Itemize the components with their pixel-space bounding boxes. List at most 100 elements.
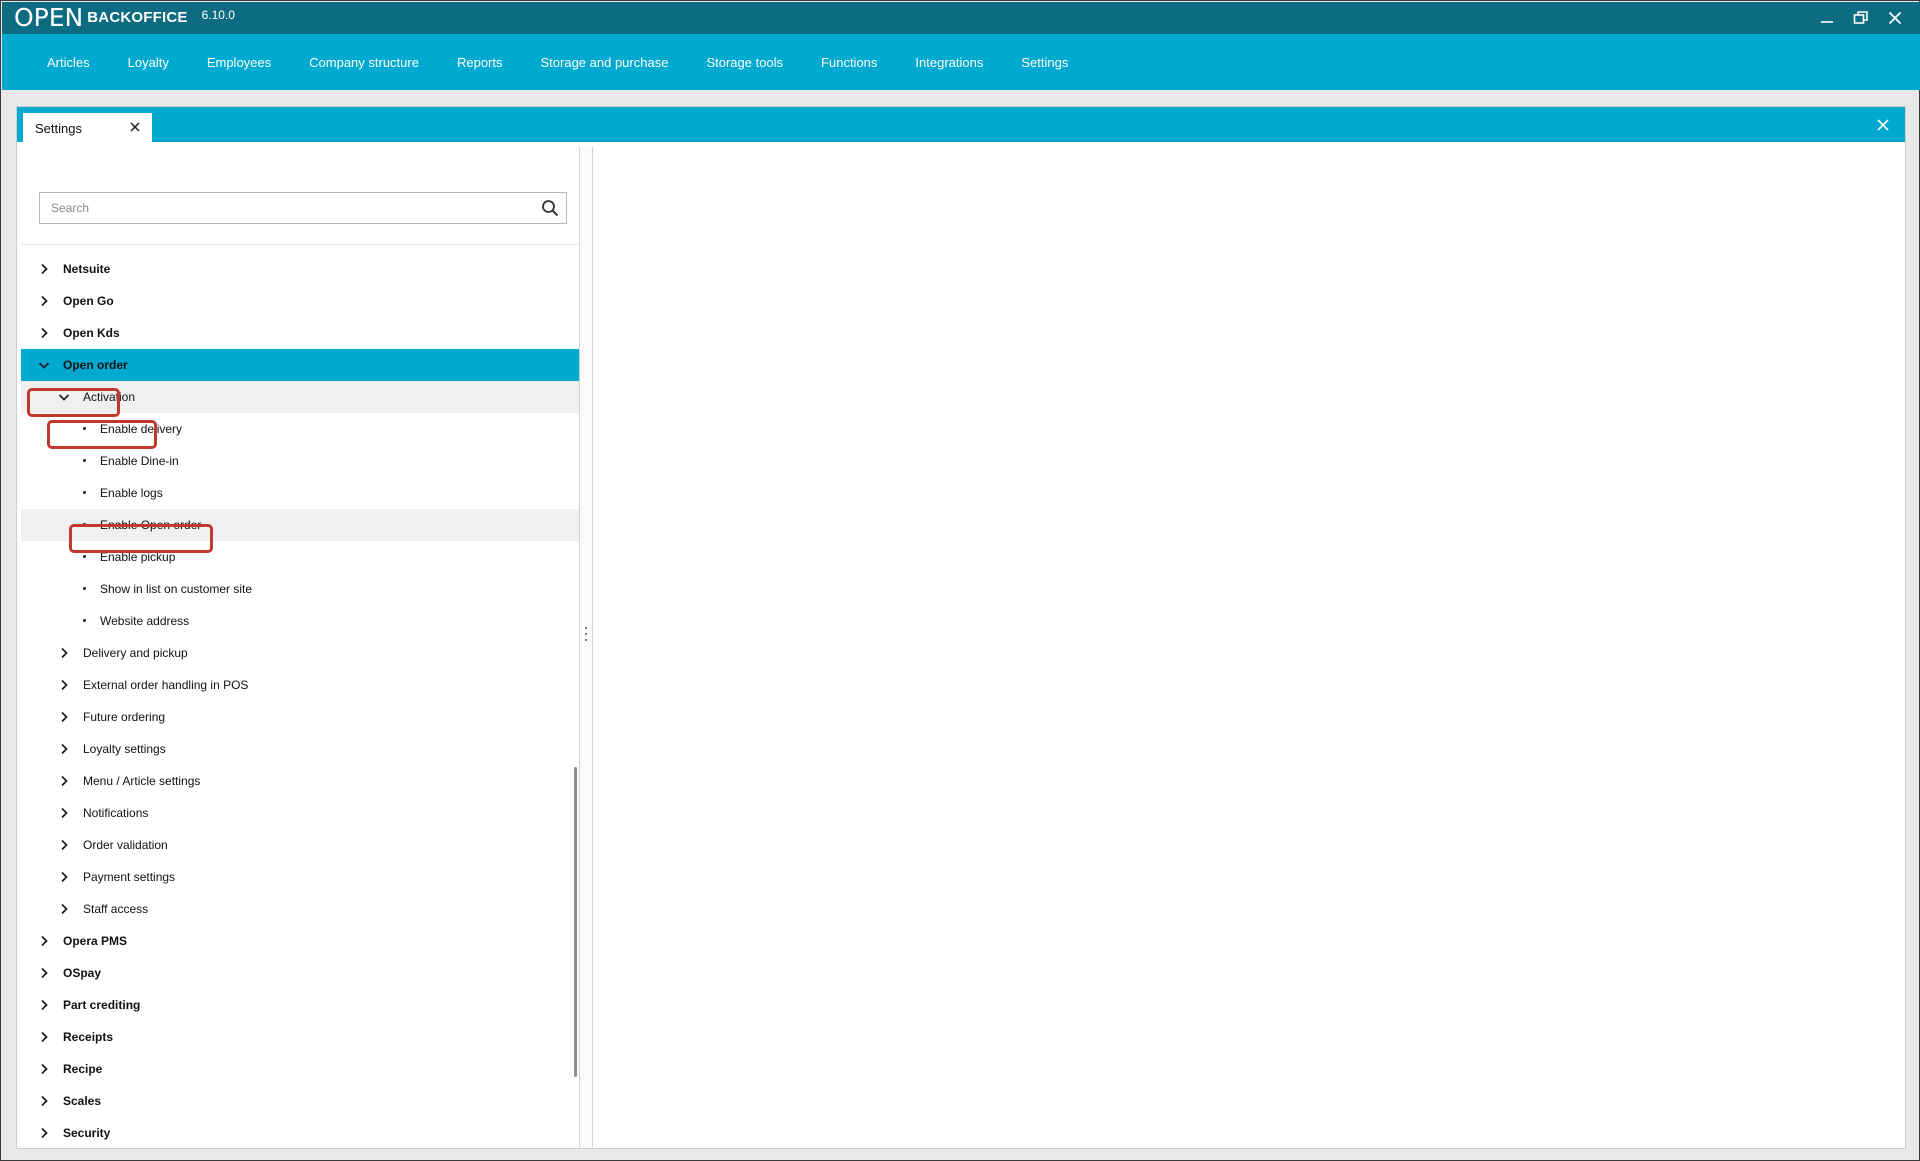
search-icon xyxy=(542,200,559,217)
chevron-right-icon[interactable] xyxy=(57,774,71,788)
tree-item-part-crediting[interactable]: Part crediting xyxy=(21,989,579,1021)
tree-item-label: Loyalty settings xyxy=(83,742,166,756)
close-all-tabs-button[interactable] xyxy=(1873,115,1893,135)
tree-item-external-order-handling-in-pos[interactable]: External order handling in POS xyxy=(21,669,579,701)
bullet-icon xyxy=(83,555,86,558)
app-name: BACKOFFICE xyxy=(87,9,188,26)
chevron-right-icon[interactable] xyxy=(37,934,51,948)
menu-employees[interactable]: Employees xyxy=(188,34,290,90)
tree-item-open-go[interactable]: Open Go xyxy=(21,285,579,317)
bullet-icon xyxy=(83,491,86,494)
chevron-right-icon[interactable] xyxy=(37,262,51,276)
tree-item-label: Payment settings xyxy=(83,870,176,884)
tree-item-show-in-list-on-customer-site[interactable]: Show in list on customer site xyxy=(21,573,579,605)
bullet-icon xyxy=(83,587,86,590)
tree-item-netsuite[interactable]: Netsuite xyxy=(21,253,579,285)
tree-item-future-ordering[interactable]: Future ordering xyxy=(21,701,579,733)
chevron-down-icon[interactable] xyxy=(57,390,71,404)
tree-item-label: Enable logs xyxy=(100,486,163,500)
bullet-icon xyxy=(83,459,86,462)
chevron-right-icon[interactable] xyxy=(37,1062,51,1076)
chevron-right-icon[interactable] xyxy=(57,678,71,692)
tree-item-scales[interactable]: Scales xyxy=(21,1085,579,1117)
tab-close-button[interactable] xyxy=(126,118,144,136)
tree-item-label: Receipts xyxy=(63,1030,114,1044)
tree-item-enable-open-order[interactable]: Enable Open order xyxy=(21,509,579,541)
settings-tree-panel: Netsuite Open Go Open Kds Open order Activat… xyxy=(21,147,579,1147)
tree-item-website-address[interactable]: Website address xyxy=(21,605,579,637)
tree-item-label: Future ordering xyxy=(83,710,166,724)
tree-item-open-kds[interactable]: Open Kds xyxy=(21,317,579,349)
tree-item-menu-article-settings[interactable]: Menu / Article settings xyxy=(21,765,579,797)
tree-item-staff-access[interactable]: Staff access xyxy=(21,893,579,925)
chevron-right-icon[interactable] xyxy=(37,1094,51,1108)
menu-reports[interactable]: Reports xyxy=(438,34,522,90)
tree-item-label: Staff access xyxy=(83,902,149,916)
menu-functions[interactable]: Functions xyxy=(802,34,896,90)
chevron-right-icon[interactable] xyxy=(37,966,51,980)
chevron-right-icon[interactable] xyxy=(57,806,71,820)
chevron-down-icon[interactable] xyxy=(37,358,51,372)
tree-scrollbar[interactable] xyxy=(574,767,577,1077)
tree-item-receipts[interactable]: Receipts xyxy=(21,1021,579,1053)
tree-item-security[interactable]: Security xyxy=(21,1117,579,1149)
chevron-right-icon[interactable] xyxy=(57,646,71,660)
close-icon xyxy=(1877,119,1889,131)
chevron-right-icon[interactable] xyxy=(37,1030,51,1044)
tree-item-open-order[interactable]: Open order xyxy=(21,349,579,381)
chevron-right-icon[interactable] xyxy=(57,710,71,724)
tree-item-label: Open Kds xyxy=(63,326,120,340)
tree-item-payment-settings[interactable]: Payment settings xyxy=(21,861,579,893)
menu-settings[interactable]: Settings xyxy=(1002,34,1087,90)
tree-item-loyalty-settings[interactable]: Loyalty settings xyxy=(21,733,579,765)
divider xyxy=(21,244,579,245)
tree-item-recipe[interactable]: Recipe xyxy=(21,1053,579,1085)
tree-item-order-validation[interactable]: Order validation xyxy=(21,829,579,861)
tree-item-label: Activation xyxy=(83,390,136,404)
search-box xyxy=(39,192,567,224)
restore-button[interactable] xyxy=(1844,2,1878,34)
chevron-right-icon[interactable] xyxy=(57,870,71,884)
tree-item-notifications[interactable]: Notifications xyxy=(21,797,579,829)
tree-item-enable-logs[interactable]: Enable logs xyxy=(21,477,579,509)
chevron-right-icon[interactable] xyxy=(37,1126,51,1140)
panel-splitter[interactable] xyxy=(579,147,593,1147)
chevron-right-icon[interactable] xyxy=(57,742,71,756)
tree-item-delivery-and-pickup[interactable]: Delivery and pickup xyxy=(21,637,579,669)
menu-storage-tools[interactable]: Storage tools xyxy=(687,34,802,90)
restore-icon xyxy=(1853,11,1868,24)
minimize-button[interactable] xyxy=(1810,2,1844,34)
menu-articles[interactable]: Articles xyxy=(28,34,109,90)
tree-item-enable-delivery[interactable]: Enable delivery xyxy=(21,413,579,445)
tree-item-enable-dine-in[interactable]: Enable Dine-in xyxy=(21,445,579,477)
tree-item-label: Show in list on customer site xyxy=(100,582,253,596)
menu-storage-and-purchase[interactable]: Storage and purchase xyxy=(522,34,688,90)
logo-mark: OPEN xyxy=(14,3,84,32)
tree-item-label: Security xyxy=(63,1126,111,1140)
tree-item-ospay[interactable]: OSpay xyxy=(21,957,579,989)
title-bar: OPEN BACKOFFICE 6.10.0 xyxy=(2,2,1920,34)
search-input[interactable] xyxy=(40,193,530,223)
chevron-right-icon[interactable] xyxy=(57,838,71,852)
chevron-right-icon[interactable] xyxy=(37,998,51,1012)
app-logo: OPEN BACKOFFICE 6.10.0 xyxy=(14,3,235,32)
close-icon xyxy=(1888,11,1902,25)
chevron-right-icon[interactable] xyxy=(57,902,71,916)
chevron-right-icon[interactable] xyxy=(37,326,51,340)
tree-item-enable-pickup[interactable]: Enable pickup xyxy=(21,541,579,573)
tab-settings[interactable]: Settings xyxy=(23,113,152,143)
tree-item-label: Enable Open order xyxy=(100,518,202,532)
content-area: Settings Netsuite Open Go Open Kds Open ord… xyxy=(16,106,1906,1149)
tree-item-activation[interactable]: Activation xyxy=(21,381,579,413)
window-close-button[interactable] xyxy=(1878,2,1912,34)
search-button[interactable] xyxy=(538,196,562,220)
menu-company-structure[interactable]: Company structure xyxy=(290,34,438,90)
chevron-right-icon[interactable] xyxy=(37,294,51,308)
menu-loyalty[interactable]: Loyalty xyxy=(109,34,188,90)
settings-detail-panel xyxy=(594,147,1904,1147)
menu-integrations[interactable]: Integrations xyxy=(896,34,1002,90)
tree-item-label: Notifications xyxy=(83,806,149,820)
tree-item-label: Delivery and pickup xyxy=(83,646,188,660)
tree-item-label: Order validation xyxy=(83,838,168,852)
tree-item-opera-pms[interactable]: Opera PMS xyxy=(21,925,579,957)
